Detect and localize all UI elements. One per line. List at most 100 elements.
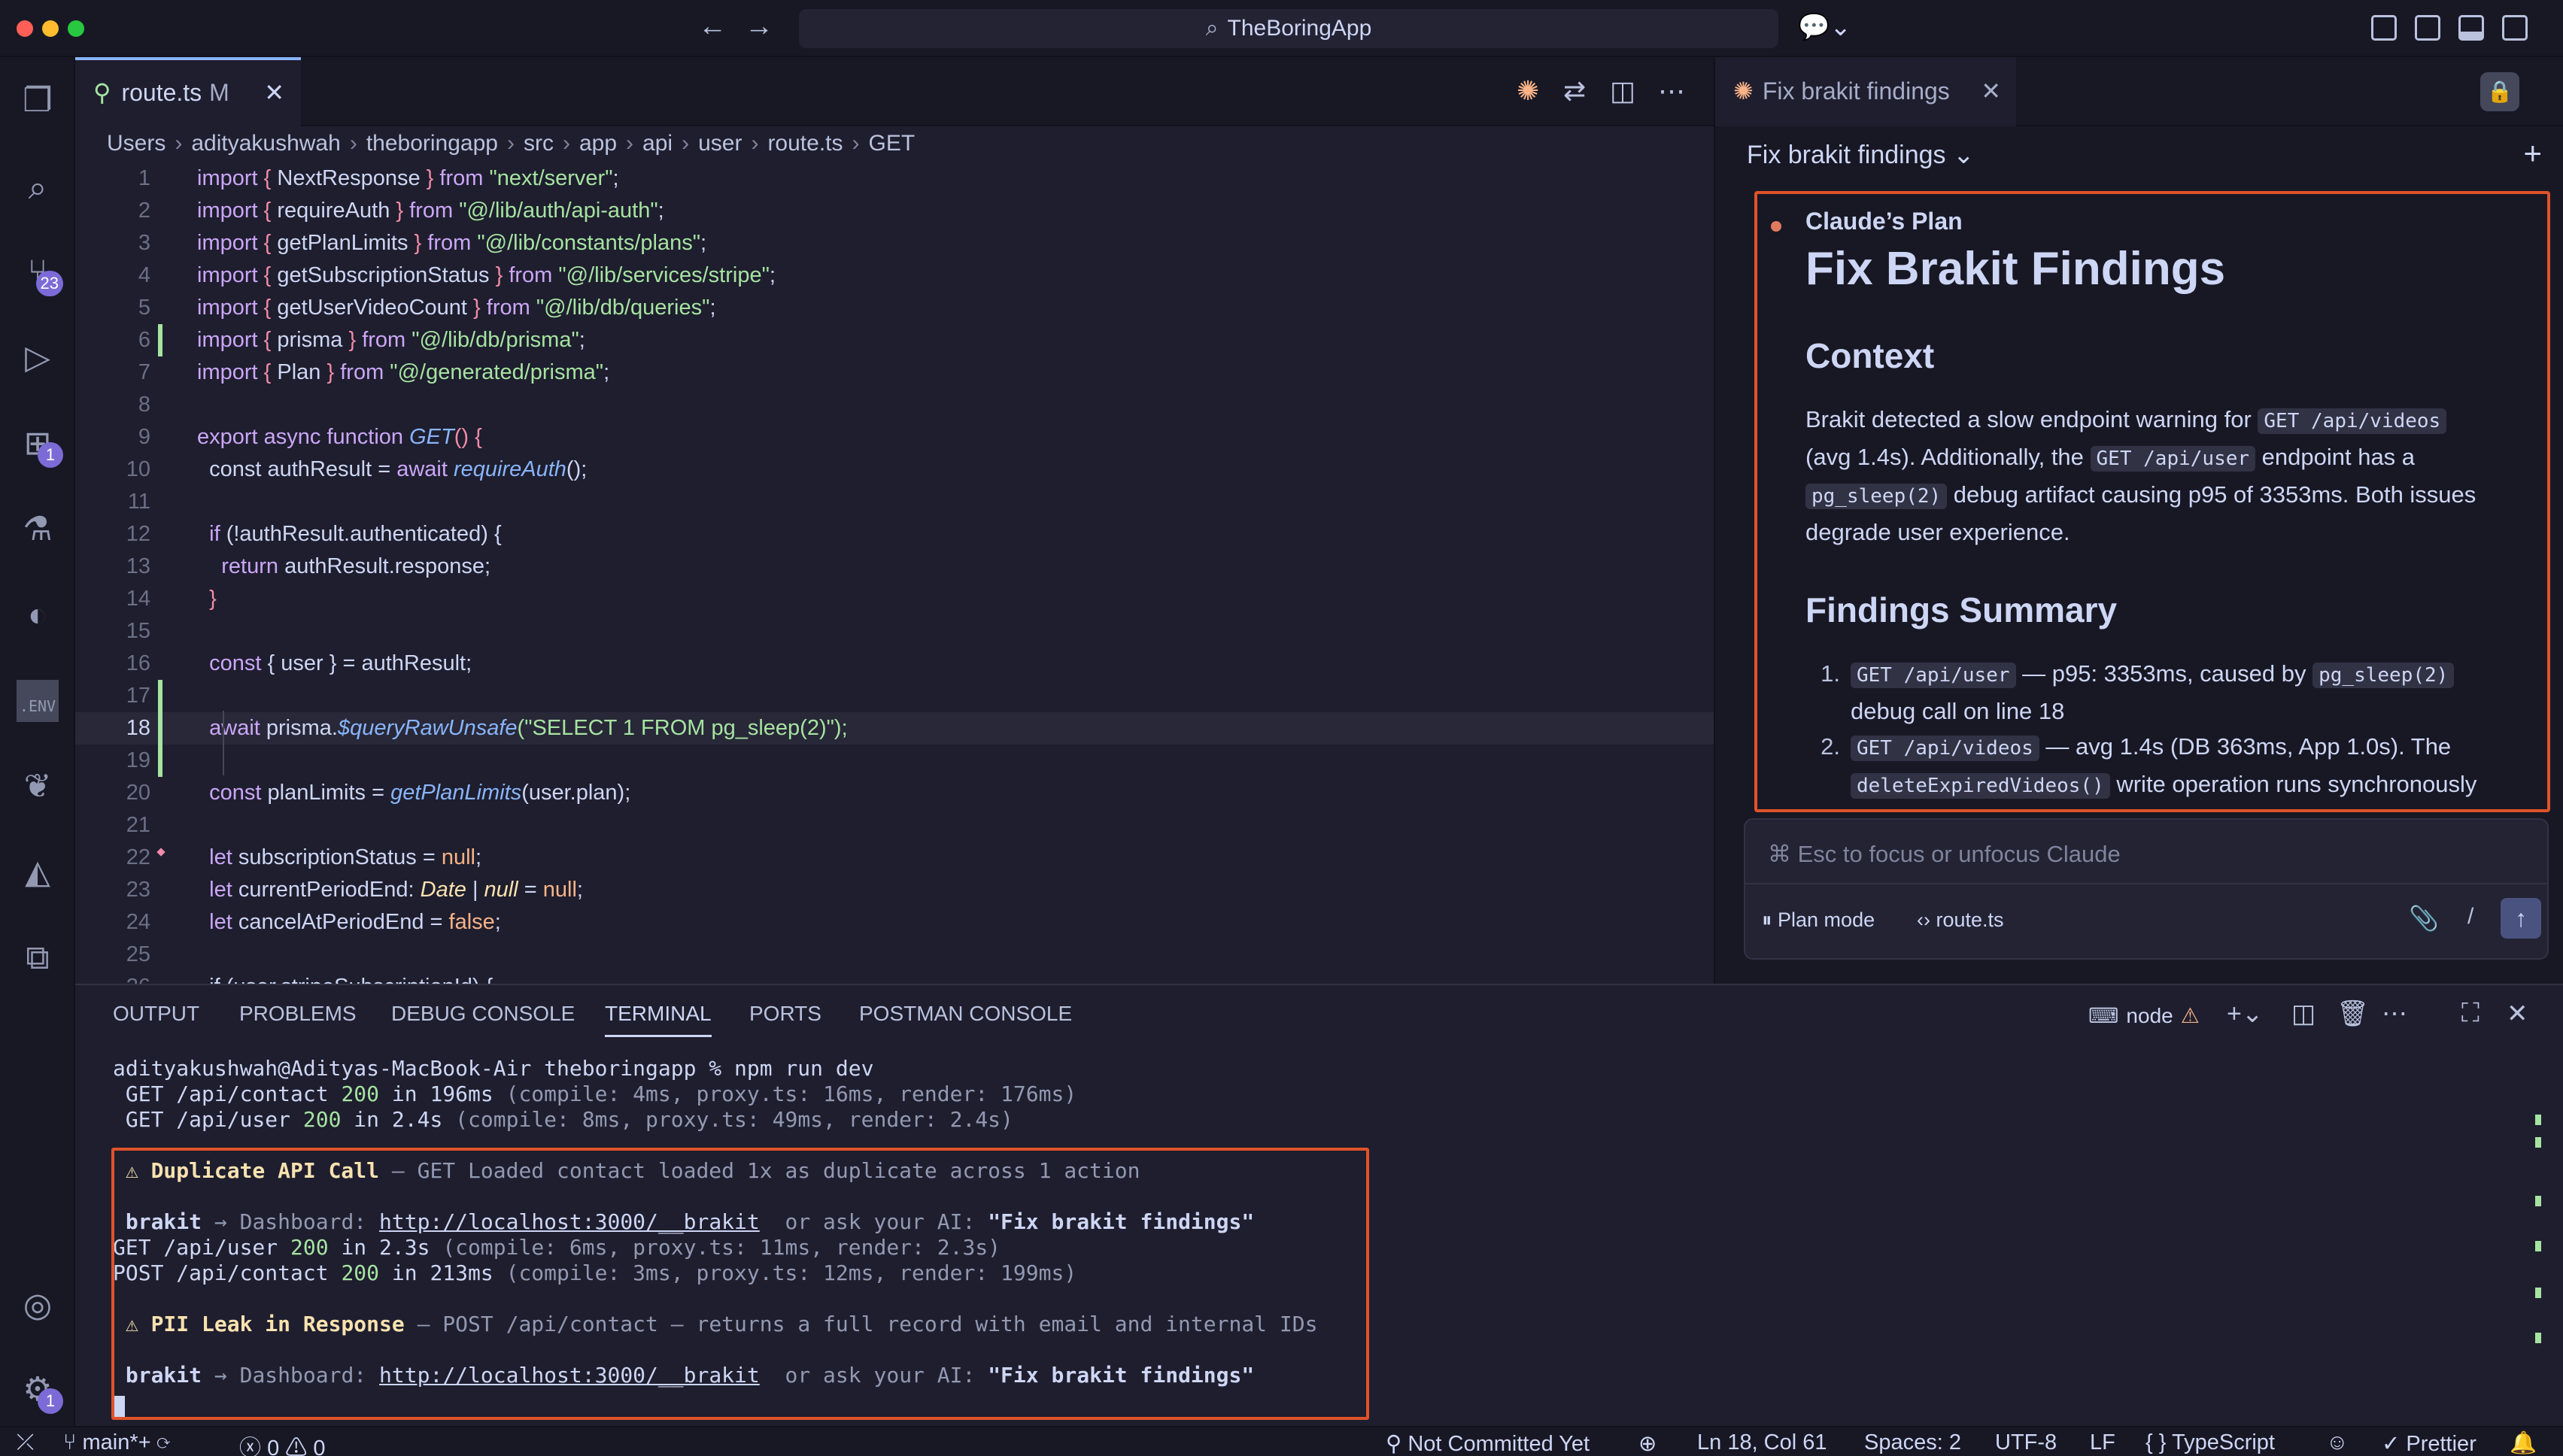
claude-spark-icon[interactable]: ✺	[1517, 75, 1539, 107]
back-arrow-icon[interactable]: ←	[698, 11, 727, 43]
close-tab-icon[interactable]: ✕	[264, 78, 284, 107]
code-line[interactable]: 3 import { getPlanLimits } from "@/lib/co…	[75, 227, 1714, 259]
code-line[interactable]: 23 let currentPeriodEnd: Date | null = n…	[75, 874, 1714, 906]
tab-postman-console[interactable]: POSTMAN CONSOLE	[859, 1002, 1072, 1026]
end-of-line[interactable]: LF	[2090, 1430, 2115, 1455]
terminal-shell-selector[interactable]: ⌨ node ⚠	[2088, 1003, 2200, 1028]
remote-icon[interactable]: ◐	[17, 594, 59, 636]
indentation[interactable]: Spaces: 2	[1864, 1430, 1961, 1455]
python-icon[interactable]: ⧉	[17, 937, 59, 979]
encoding[interactable]: UTF-8	[1995, 1430, 2057, 1455]
split-editor-icon[interactable]: ◫	[1610, 75, 1635, 107]
source-control-icon[interactable]: ⑂ 23	[17, 251, 63, 296]
close-panel-icon[interactable]: ✕	[2507, 999, 2528, 1029]
extensions-icon[interactable]: ⊞ 1	[17, 423, 63, 468]
new-terminal-icon[interactable]: +⌄	[2227, 999, 2263, 1029]
breadcrumb-item[interactable]: Users	[107, 131, 166, 156]
send-button[interactable]: ↑	[2501, 898, 2541, 939]
toggle-secondary-sidebar-icon[interactable]	[2502, 15, 2528, 41]
terminal-scrollbar-marks[interactable]	[2535, 1090, 2541, 1421]
split-terminal-icon[interactable]: ◫	[2291, 999, 2316, 1029]
zoom-icon[interactable]: ⊕	[1638, 1430, 1657, 1456]
code-line[interactable]: 1 import { NextResponse } from "next/serv…	[75, 162, 1714, 195]
code-line[interactable]: 12 if (!authResult.authenticated) {	[75, 518, 1714, 551]
maximize-window-button[interactable]	[68, 20, 84, 37]
cursor-position[interactable]: Ln 18, Col 61	[1697, 1430, 1827, 1455]
code-line[interactable]: 9 export async function GET() {	[75, 421, 1714, 453]
code-line[interactable]: 14 }	[75, 583, 1714, 615]
code-line[interactable]: 26 if (user.stripeSubscriptionId) {	[75, 971, 1714, 984]
minimize-window-button[interactable]	[42, 20, 59, 37]
maximize-panel-icon[interactable]: ⛶	[2461, 999, 2479, 1028]
code-line[interactable]: 10 const authResult = await requireAuth(…	[75, 453, 1714, 486]
lock-icon[interactable]: 🔒	[2480, 72, 2519, 111]
code-line[interactable]: 2 import { requireAuth } from "@/lib/auth…	[75, 195, 1714, 227]
search-icon[interactable]: ⌕	[17, 167, 59, 209]
command-center-search[interactable]: ⌕ TheBoringApp	[799, 9, 1778, 48]
code-line[interactable]: 19	[75, 745, 1714, 777]
tab-ports[interactable]: PORTS	[749, 1002, 821, 1026]
code-editor[interactable]: 1 import { NextResponse } from "next/serv…	[75, 161, 1714, 984]
context-file-chip[interactable]: ‹› route.ts	[1917, 908, 2004, 932]
more-actions-icon[interactable]: ⋯	[1658, 75, 1685, 107]
breadcrumb-item[interactable]: adityakushwah	[191, 131, 340, 156]
tab-terminal[interactable]: TERMINAL	[605, 1002, 712, 1037]
explorer-icon[interactable]: ❐	[17, 80, 59, 122]
code-line[interactable]: 17	[75, 680, 1714, 712]
attach-paperclip-icon[interactable]: 📎	[2409, 904, 2439, 933]
breadcrumb-item[interactable]: GET	[869, 131, 916, 156]
tab-route-ts[interactable]: ⚲ route.ts M ✕	[75, 57, 301, 126]
code-line[interactable]: 20 const planLimits = getPlanLimits(user…	[75, 777, 1714, 809]
prettier-status[interactable]: ✓ Prettier	[2382, 1430, 2476, 1456]
toggle-primary-sidebar-icon[interactable]	[2415, 15, 2440, 41]
problems-indicator[interactable]: ⓧ 0 ⚠ 0	[239, 1430, 326, 1456]
language-mode[interactable]: { } TypeScript	[2145, 1430, 2275, 1455]
kill-terminal-trash-icon[interactable]: 🗑	[2337, 999, 2369, 1029]
remote-indicator-icon[interactable]: ⤫	[17, 1430, 34, 1455]
code-line[interactable]: 16 const { user } = authResult;	[75, 648, 1714, 680]
breadcrumb-item[interactable]: api	[642, 131, 673, 156]
copilot-icon[interactable]: ☺	[2326, 1430, 2349, 1455]
run-debug-icon[interactable]: ▷	[17, 337, 59, 379]
more-actions-icon[interactable]: ⋯	[2382, 999, 2407, 1029]
code-line[interactable]: 5 import { getUserVideoCount } from "@/li…	[75, 292, 1714, 324]
code-line[interactable]: 18 await prisma.$queryRawUnsafe("SELECT …	[75, 712, 1714, 745]
tab-debug-console[interactable]: DEBUG CONSOLE	[391, 1002, 575, 1026]
code-line[interactable]: 7 import { Plan } from "@/generated/prism…	[75, 356, 1714, 389]
breadcrumb-item[interactable]: src	[524, 131, 554, 156]
breadcrumb-item[interactable]: theboringapp	[366, 131, 498, 156]
mongodb-leaf-icon[interactable]: ❦	[17, 766, 59, 808]
forward-arrow-icon[interactable]: →	[745, 11, 773, 43]
code-line[interactable]: 11	[75, 486, 1714, 518]
code-line[interactable]: 25	[75, 939, 1714, 971]
code-line[interactable]: 21	[75, 809, 1714, 842]
code-line[interactable]: 6 import { prisma } from "@/lib/db/prisma…	[75, 324, 1714, 356]
code-line[interactable]: 24 let cancelAtPeriodEnd = false;	[75, 906, 1714, 939]
close-window-button[interactable]	[17, 20, 33, 37]
session-title-dropdown[interactable]: Fix brakit findings ⌄	[1747, 140, 1975, 170]
code-line[interactable]: 8	[75, 389, 1714, 421]
testing-flask-icon[interactable]: ⚗	[17, 508, 59, 551]
slash-command-button[interactable]: /	[2467, 904, 2473, 930]
chat-icon[interactable]: 💬⌄	[1798, 12, 1851, 42]
notifications-bell-icon[interactable]: 🔔	[2510, 1430, 2537, 1456]
branch-indicator[interactable]: ⑂ main*+ ⟳	[63, 1430, 170, 1455]
git-blame-indicator[interactable]: ⚲ Not Committed Yet	[1386, 1430, 1590, 1456]
code-line[interactable]: 22 let subscriptionStatus = null;	[75, 842, 1714, 874]
breadcrumb-item[interactable]: route.ts	[767, 131, 843, 156]
settings-gear-icon[interactable]: ⚙ 1	[17, 1369, 63, 1414]
close-tab-icon[interactable]: ✕	[1981, 77, 2001, 105]
plan-mode-toggle[interactable]: ⏸ Plan mode	[1762, 908, 1875, 933]
tab-problems[interactable]: PROBLEMS	[239, 1002, 357, 1026]
code-line[interactable]: 15	[75, 615, 1714, 648]
account-icon[interactable]: ◎	[17, 1285, 59, 1327]
toggle-panel-icon[interactable]	[2458, 15, 2484, 41]
tab-output[interactable]: OUTPUT	[113, 1002, 199, 1026]
compare-changes-icon[interactable]: ⇄	[1563, 75, 1586, 107]
code-line[interactable]: 13 return authResult.response;	[75, 551, 1714, 583]
prompt-input[interactable]: ⌘ Esc to focus or unfocus Claude ⏸ Plan …	[1744, 818, 2549, 960]
breadcrumb-item[interactable]: app	[579, 131, 617, 156]
tab-fix-brakit-findings[interactable]: ✺ Fix brakit findings ✕	[1715, 57, 2016, 126]
new-session-button[interactable]: +	[2523, 135, 2542, 171]
prisma-icon[interactable]: ◭	[17, 851, 59, 893]
